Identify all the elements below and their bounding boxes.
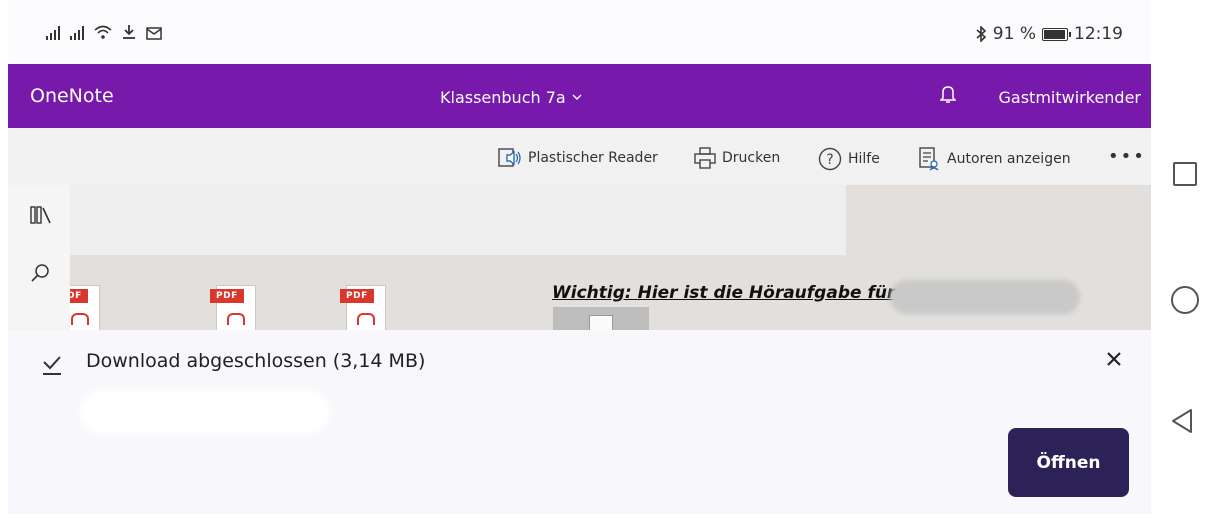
search-icon[interactable]: [30, 263, 50, 283]
redacted-text: [890, 280, 1080, 314]
app-title: OneNote: [30, 85, 114, 107]
screen-edge: [0, 0, 8, 518]
svg-text:?: ?: [826, 152, 833, 168]
help-button[interactable]: ? Hilfe: [818, 147, 880, 171]
pdf-attachment[interactable]: PDF: [210, 285, 258, 330]
immersive-reader-button[interactable]: Plastischer Reader: [498, 147, 658, 169]
pdf-tag: PDF: [340, 289, 374, 303]
help-icon: ?: [818, 147, 842, 171]
download-status: Download abgeschlossen (3,14 MB): [86, 350, 426, 372]
signal-icon: [46, 24, 60, 40]
show-authors-button[interactable]: Autoren anzeigen: [919, 147, 1071, 171]
printer-icon: [694, 147, 716, 169]
open-button[interactable]: Öffnen: [1008, 428, 1129, 497]
important-note: Wichtig: Hier ist die Höraufgabe für: [552, 283, 896, 303]
clock: 12:19: [1074, 24, 1123, 44]
status-bar: 91 % 12:19: [8, 0, 1151, 64]
notebook-selector[interactable]: Klassenbuch 7a: [440, 88, 582, 107]
pdf-attachment[interactable]: PDF: [340, 285, 388, 330]
notebooks-icon[interactable]: [30, 205, 52, 225]
show-authors-label: Autoren anzeigen: [947, 151, 1071, 167]
battery-icon: [1042, 27, 1071, 41]
signal-icon: [70, 24, 84, 40]
download-icon: [123, 25, 135, 39]
mail-icon: [146, 27, 162, 40]
page-title-area[interactable]: [70, 185, 846, 255]
acrobat-icon: [227, 313, 245, 325]
chevron-down-icon: [572, 94, 582, 100]
pdf-tag: PDF: [210, 289, 244, 303]
notebook-name: Klassenbuch 7a: [440, 88, 566, 107]
battery-percent: 91 %: [992, 24, 1036, 44]
help-label: Hilfe: [848, 151, 880, 167]
page-canvas: PDF PDF PDF Wichtig: Hier ist die Hörauf…: [70, 185, 1151, 330]
audio-attachment[interactable]: [553, 307, 649, 330]
download-notification: Download abgeschlossen (3,14 MB) Öffnen: [8, 330, 1151, 514]
status-icons-right: 91 % 12:19: [975, 24, 1123, 44]
more-options-button[interactable]: •••: [1108, 146, 1146, 167]
bell-icon[interactable]: [940, 84, 956, 104]
checkmark-icon: [43, 356, 61, 375]
immersive-reader-label: Plastischer Reader: [528, 150, 658, 166]
acrobat-icon: [357, 313, 375, 325]
wifi-icon: [94, 25, 112, 39]
recents-button[interactable]: [1173, 162, 1197, 186]
status-icons-left: [46, 24, 162, 40]
app-header: OneNote Klassenbuch 7a Gastmitwirkender: [8, 64, 1151, 128]
print-label: Drucken: [722, 150, 781, 166]
authors-icon: [919, 147, 939, 171]
redacted-filename: [80, 390, 330, 434]
navigation-rail: [8, 185, 70, 330]
home-button[interactable]: [1171, 286, 1199, 314]
print-button[interactable]: Drucken: [694, 147, 780, 169]
toolbar: Plastischer Reader Drucken ? Hilfe Autor…: [8, 128, 1151, 186]
bluetooth-icon: [976, 26, 986, 42]
acrobat-icon: [71, 313, 89, 325]
pdf-attachment[interactable]: PDF: [70, 285, 102, 330]
user-account[interactable]: Gastmitwirkender: [999, 88, 1141, 107]
navigation-bar: [1151, 0, 1213, 518]
back-button[interactable]: [1171, 408, 1193, 434]
close-icon[interactable]: [1105, 350, 1123, 368]
pdf-tag: PDF: [70, 289, 88, 303]
immersive-reader-icon: [498, 148, 521, 167]
